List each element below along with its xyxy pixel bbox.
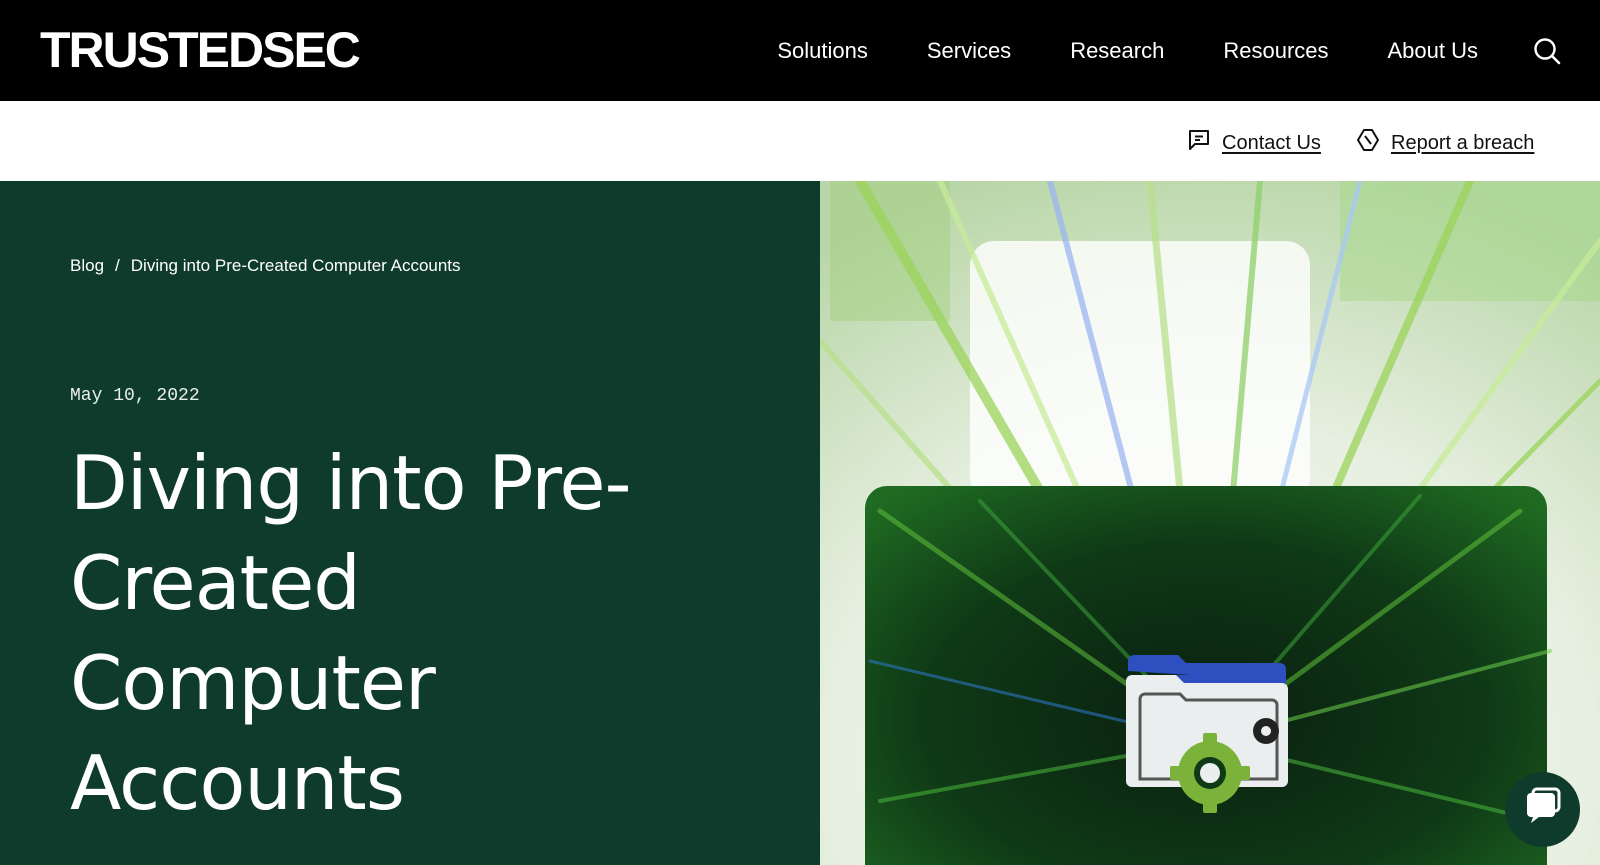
chat-bubble-icon [1523, 787, 1563, 832]
nav-item-services[interactable]: Services [927, 38, 1011, 64]
nav-item-solutions[interactable]: Solutions [777, 38, 868, 64]
article-hero: Blog / Diving into Pre-Created Computer … [0, 181, 820, 865]
breadcrumb-separator: / [115, 256, 120, 275]
contact-us-label: Contact Us [1222, 131, 1321, 154]
hero-illustration [820, 181, 1600, 865]
report-breach-link[interactable]: Report a breach [1356, 128, 1534, 158]
search-icon[interactable] [1533, 37, 1561, 65]
top-navigation-bar: TRUSTEDSEC Solutions Services Research R… [0, 0, 1600, 101]
nav-item-research[interactable]: Research [1070, 38, 1164, 64]
breadcrumb-current: Diving into Pre-Created Computer Account… [130, 256, 461, 275]
chat-widget-button[interactable] [1505, 772, 1580, 847]
nav-item-resources[interactable]: Resources [1223, 38, 1328, 64]
chat-square-icon [1187, 128, 1211, 158]
report-breach-label: Report a breach [1391, 131, 1535, 154]
trustedsec-logo[interactable]: TRUSTEDSEC [40, 24, 361, 76]
nav-item-about-us[interactable]: About Us [1388, 38, 1479, 64]
utility-bar: Contact Us Report a breach [0, 101, 1600, 181]
main-nav: Solutions Services Research Resources Ab… [777, 0, 1478, 101]
alert-octagon-icon [1356, 128, 1380, 158]
hero-image [820, 181, 1600, 865]
article-date: May 10, 2022 [70, 386, 200, 406]
breadcrumb-blog-link[interactable]: Blog [70, 256, 104, 276]
article-title: Diving into Pre-Created Computer Account… [70, 439, 632, 827]
contact-us-link[interactable]: Contact Us [1187, 128, 1321, 158]
breadcrumb: Blog / Diving into Pre-Created Computer … [70, 256, 461, 276]
